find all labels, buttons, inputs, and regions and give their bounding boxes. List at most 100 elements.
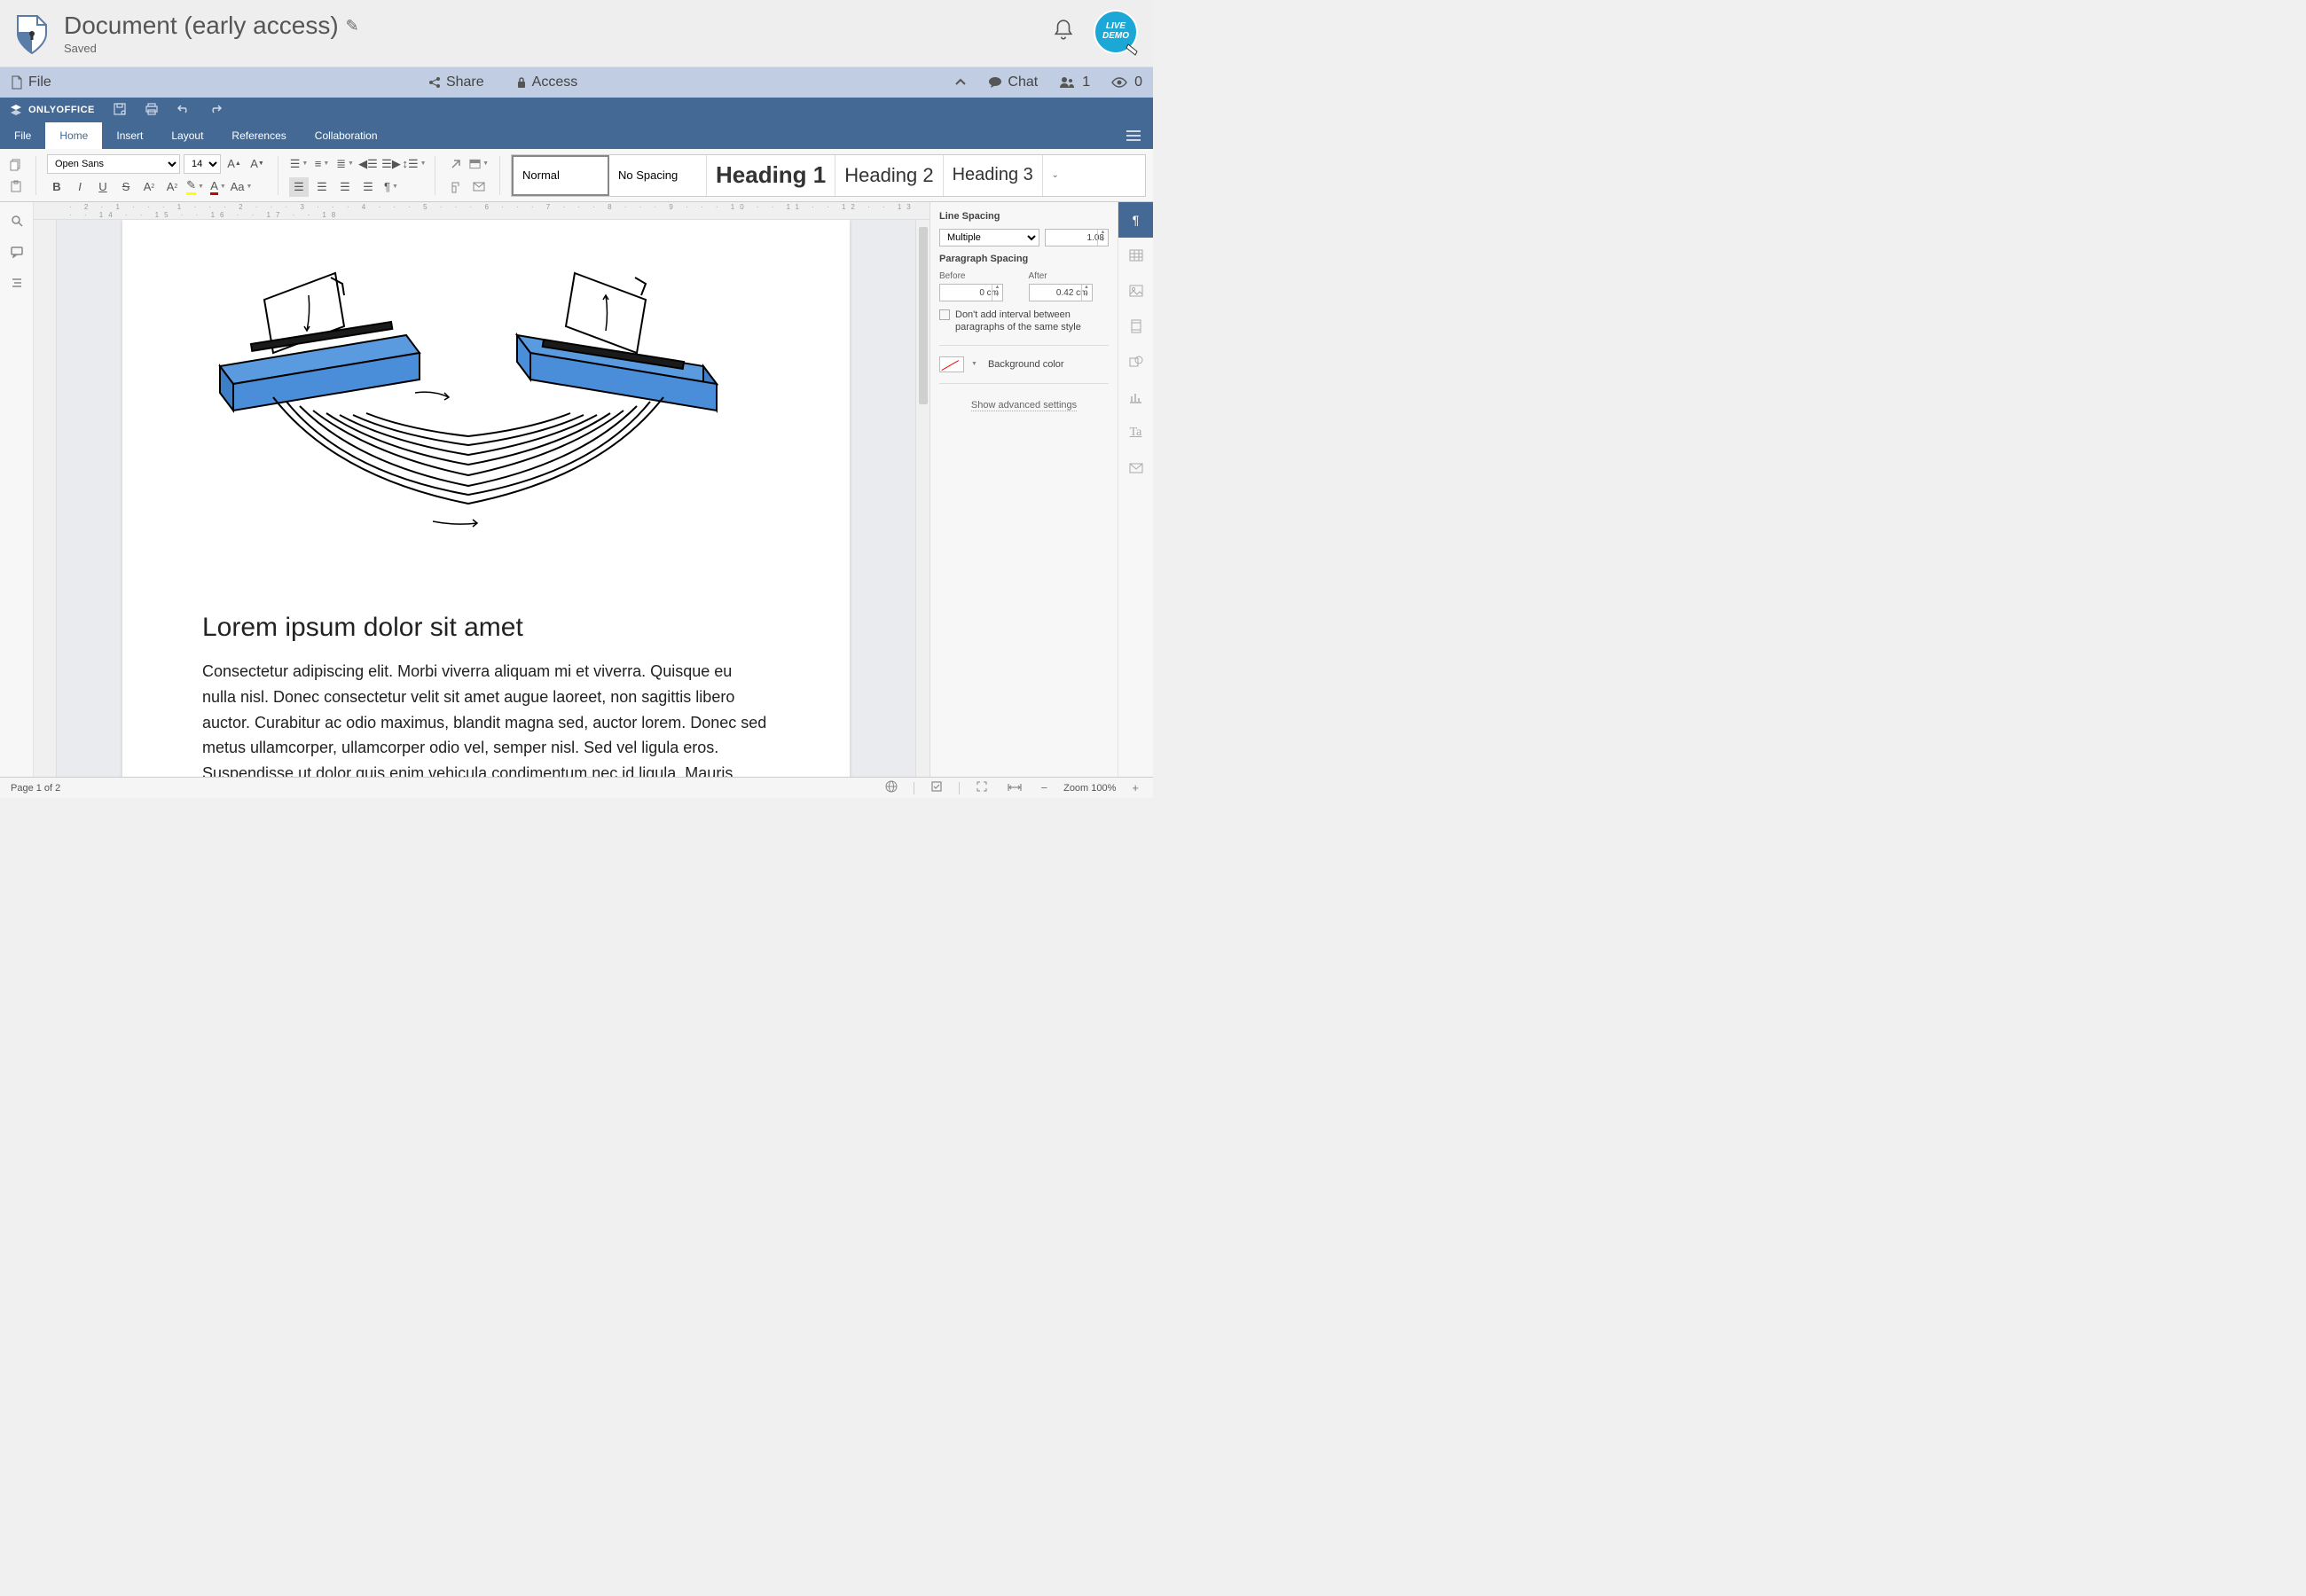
collapse-icon[interactable]: [954, 78, 967, 87]
tab-references[interactable]: References: [217, 122, 300, 149]
menu-row: FileHomeInsertLayoutReferencesCollaborat…: [0, 122, 1153, 149]
outline-icon[interactable]: [11, 277, 23, 291]
paste-icon[interactable]: [7, 177, 25, 195]
copy-icon[interactable]: [7, 156, 25, 174]
increase-font-icon[interactable]: A▲: [224, 154, 244, 174]
document-page[interactable]: Lorem ipsum dolor sit amet Consectetur a…: [122, 220, 850, 777]
paragraph-spacing-label: Paragraph Spacing: [939, 254, 1109, 264]
textart-tab-icon[interactable]: Ta: [1118, 415, 1154, 450]
align-center-button[interactable]: ☰: [312, 177, 332, 197]
align-right-button[interactable]: ☰: [335, 177, 355, 197]
paragraph-tab-icon[interactable]: ¶: [1118, 202, 1154, 238]
numbering-button[interactable]: ≡▼: [312, 154, 332, 174]
subscript-button[interactable]: A2: [162, 177, 182, 197]
bg-color-swatch[interactable]: [939, 356, 964, 372]
chart-tab-icon[interactable]: [1118, 379, 1154, 415]
edit-title-icon[interactable]: ✎: [346, 17, 359, 35]
access-button[interactable]: Access: [516, 74, 578, 90]
change-case-button[interactable]: Aa▼: [231, 177, 251, 197]
style-heading-2[interactable]: Heading 2: [835, 155, 943, 196]
styles-more-button[interactable]: ⌄: [1043, 155, 1068, 196]
search-icon[interactable]: [11, 215, 23, 230]
spacing-before-input[interactable]: 0 cm▲▼: [939, 284, 1003, 301]
line-spacing-mode[interactable]: Multiple: [939, 229, 1039, 246]
bullets-button[interactable]: ☰▼: [289, 154, 309, 174]
style-normal[interactable]: Normal: [512, 155, 609, 196]
superscript-button[interactable]: A2: [139, 177, 159, 197]
align-justify-button[interactable]: ☰: [358, 177, 378, 197]
access-label: Access: [532, 74, 578, 90]
style-heading-1[interactable]: Heading 1: [707, 155, 835, 196]
save-icon[interactable]: [113, 102, 127, 119]
mailmerge-button[interactable]: [469, 177, 489, 197]
before-label: Before: [939, 271, 1020, 281]
document-title[interactable]: Document (early access): [64, 12, 339, 40]
highlight-button[interactable]: ✎▼: [185, 177, 205, 197]
line-spacing-value[interactable]: 1.08▲▼: [1045, 229, 1109, 246]
fit-width-icon[interactable]: [1004, 781, 1025, 794]
horizontal-ruler[interactable]: · 2 · 1 · · · 1 · · · 2 · · · 3 · · · 4 …: [34, 202, 929, 220]
document-body[interactable]: Consectetur adipiscing elit. Morbi viver…: [202, 659, 770, 777]
underline-button[interactable]: U: [93, 177, 113, 197]
image-tab-icon[interactable]: [1118, 273, 1154, 309]
table-tab-icon[interactable]: [1118, 238, 1154, 273]
clear-format-button[interactable]: [446, 154, 466, 174]
align-left-button[interactable]: ☰: [289, 177, 309, 197]
save-status: Saved: [64, 42, 1041, 55]
no-interval-checkbox[interactable]: Don't add interval between paragraphs of…: [939, 309, 1109, 334]
bg-color-dropdown[interactable]: ▼: [971, 361, 977, 367]
tab-insert[interactable]: Insert: [102, 122, 157, 149]
dec-indent-button[interactable]: ◀☰: [358, 154, 378, 174]
chat-button[interactable]: Chat: [988, 74, 1038, 90]
comments-icon[interactable]: [11, 246, 23, 261]
print-icon[interactable]: [145, 102, 159, 119]
live-demo-badge-icon[interactable]: LIVE DEMO: [1093, 9, 1142, 59]
file-menu[interactable]: File: [11, 74, 51, 90]
linespacing-button[interactable]: ↕☰▼: [404, 154, 424, 174]
menu-hamburger-icon[interactable]: [1114, 122, 1153, 149]
style-no-spacing[interactable]: No Spacing: [609, 155, 707, 196]
tab-layout[interactable]: Layout: [157, 122, 217, 149]
tab-file[interactable]: File: [0, 122, 45, 149]
redo-icon[interactable]: [208, 103, 223, 117]
font-size-select[interactable]: 14: [184, 154, 221, 174]
header-footer-tab-icon[interactable]: [1118, 309, 1154, 344]
users-count[interactable]: [1059, 76, 1075, 89]
copy-style-button[interactable]: [446, 177, 466, 197]
multilevel-button[interactable]: ≣▼: [335, 154, 355, 174]
spellcheck-icon[interactable]: [927, 780, 946, 795]
advanced-settings-link[interactable]: Show advanced settings: [971, 400, 1077, 411]
svg-text:DEMO: DEMO: [1102, 31, 1129, 41]
zoom-out-button[interactable]: −: [1038, 781, 1052, 794]
mail-tab-icon[interactable]: [1118, 450, 1154, 486]
language-icon[interactable]: [882, 780, 901, 795]
strikethrough-button[interactable]: S: [116, 177, 136, 197]
font-color-button[interactable]: A▼: [208, 177, 228, 197]
italic-button[interactable]: I: [70, 177, 90, 197]
bold-button[interactable]: B: [47, 177, 67, 197]
tab-home[interactable]: Home: [45, 122, 102, 149]
vertical-scrollbar[interactable]: [915, 220, 929, 777]
style-heading-3[interactable]: Heading 3: [944, 155, 1043, 196]
document-heading[interactable]: Lorem ipsum dolor sit amet: [202, 613, 770, 643]
font-select[interactable]: Open Sans: [47, 154, 180, 174]
undo-icon[interactable]: [176, 103, 191, 117]
svg-text:LIVE: LIVE: [1106, 21, 1126, 31]
inc-indent-button[interactable]: ☰▶: [381, 154, 401, 174]
page-indicator[interactable]: Page 1 of 2: [11, 783, 60, 794]
share-button[interactable]: Share: [428, 74, 484, 90]
scroll-thumb[interactable]: [919, 227, 928, 404]
paragraph-marks-button[interactable]: ¶▼: [381, 177, 401, 197]
tab-collaboration[interactable]: Collaboration: [301, 122, 392, 149]
spacing-after-input[interactable]: 0.42 cm▲▼: [1029, 284, 1093, 301]
decrease-font-icon[interactable]: A▼: [247, 154, 267, 174]
shading-button[interactable]: ▼: [469, 154, 489, 174]
zoom-label[interactable]: Zoom 100%: [1063, 783, 1116, 794]
styles-gallery: NormalNo SpacingHeading 1Heading 2Headin…: [511, 154, 1146, 197]
notifications-icon[interactable]: [1052, 19, 1075, 48]
viewers-count[interactable]: [1111, 77, 1127, 88]
shape-tab-icon[interactable]: [1118, 344, 1154, 379]
fit-page-icon[interactable]: [972, 780, 992, 795]
zoom-in-button[interactable]: +: [1128, 781, 1142, 794]
vertical-ruler[interactable]: [34, 220, 57, 777]
